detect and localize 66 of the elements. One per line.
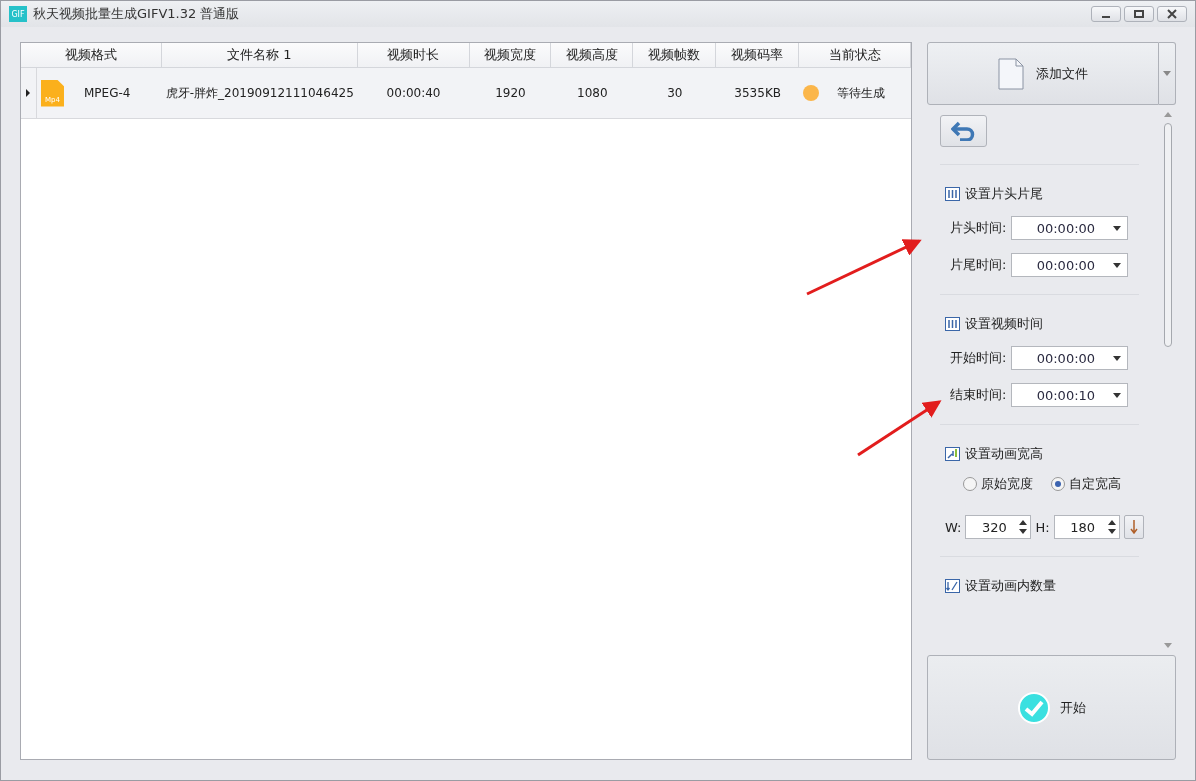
width-spinbox[interactable]: 320 [965, 515, 1032, 539]
section-title: 设置动画内数量 [965, 577, 1056, 595]
percent-icon [945, 579, 960, 593]
table-cell: 等待生成 [837, 84, 886, 102]
time-dropdown[interactable]: 00:00:00 [1011, 346, 1129, 370]
resize-icon [945, 447, 960, 461]
column-header[interactable]: 视频时长 [357, 43, 470, 67]
dropdown-arrow-button[interactable] [1159, 42, 1176, 105]
document-icon [998, 57, 1024, 90]
table-cell: 3535KB [734, 86, 781, 100]
scroll-up-icon[interactable] [1163, 112, 1172, 117]
add-file-button[interactable]: 添加文件 [927, 42, 1159, 105]
down-arrow-icon [1129, 520, 1138, 534]
time-dropdown[interactable]: 00:00:00 [1011, 216, 1129, 240]
start-button[interactable]: 开始 [927, 655, 1176, 760]
caret-icon [1113, 225, 1122, 231]
spin-arrows-icon [1107, 519, 1116, 535]
down-arrow-button[interactable] [1123, 515, 1144, 539]
checkmark-icon [1017, 691, 1050, 724]
caret-icon [1163, 71, 1171, 76]
table-cell: MPEG-4 [84, 86, 131, 100]
table-cell: 虎牙-胖炸_20190912111046425 [165, 84, 354, 102]
column-header[interactable]: 当前状态 [799, 43, 911, 67]
undo-icon [950, 121, 977, 141]
field-label: 片头时间: [950, 219, 1007, 237]
scrollbar-thumb[interactable] [1163, 123, 1172, 347]
radio-button[interactable] [1051, 477, 1065, 491]
close-button[interactable] [1157, 6, 1187, 22]
radio-option[interactable]: 自定宽高 [1051, 475, 1121, 493]
column-header[interactable]: 视频高度 [551, 43, 634, 67]
undo-button[interactable] [940, 115, 987, 147]
caret-icon [1113, 262, 1122, 268]
column-header[interactable]: 视频帧数 [633, 43, 717, 67]
table-cell: 30 [667, 86, 683, 100]
maximize-icon [1133, 9, 1145, 19]
field-label: 结束时间: [950, 386, 1007, 404]
column-header[interactable]: 视频格式 [21, 43, 162, 67]
column-header[interactable]: 视频码率 [716, 43, 800, 67]
scroll-down-icon[interactable] [1163, 643, 1172, 648]
caret-icon [1113, 355, 1122, 361]
caret-icon [1113, 392, 1122, 398]
spin-arrows-icon [1019, 519, 1028, 535]
field-label: 开始时间: [950, 349, 1007, 367]
field-label: W: [945, 519, 962, 535]
table-cell: 1080 [577, 86, 608, 100]
close-icon [1166, 9, 1178, 19]
section-title: 设置片头片尾 [965, 185, 1043, 203]
app-icon: GIF [9, 6, 27, 22]
field-label: 片尾时间: [950, 256, 1007, 274]
time-dropdown[interactable]: 00:00:10 [1011, 383, 1129, 407]
field-label: H: [1035, 519, 1050, 535]
table-cell: 00:00:40 [386, 86, 441, 100]
maximize-button[interactable] [1124, 6, 1154, 22]
table-cell: 1920 [495, 86, 526, 100]
radio-option[interactable]: 原始宽度 [963, 475, 1033, 493]
radio-button[interactable] [963, 477, 977, 491]
window-title: 秋天视频批量生成GIFV1.32 普通版 [33, 5, 241, 23]
section-title: 设置视频时间 [965, 315, 1043, 333]
height-spinbox[interactable]: 180 [1053, 515, 1120, 539]
minimize-icon [1102, 16, 1110, 18]
column-header[interactable]: 视频宽度 [469, 43, 552, 67]
time-dropdown[interactable]: 00:00:00 [1011, 253, 1129, 277]
minimize-button[interactable] [1091, 6, 1121, 22]
section-title: 设置动画宽高 [965, 445, 1043, 463]
column-header[interactable]: 文件名称 1 [161, 43, 358, 67]
bars-icon [945, 317, 960, 331]
